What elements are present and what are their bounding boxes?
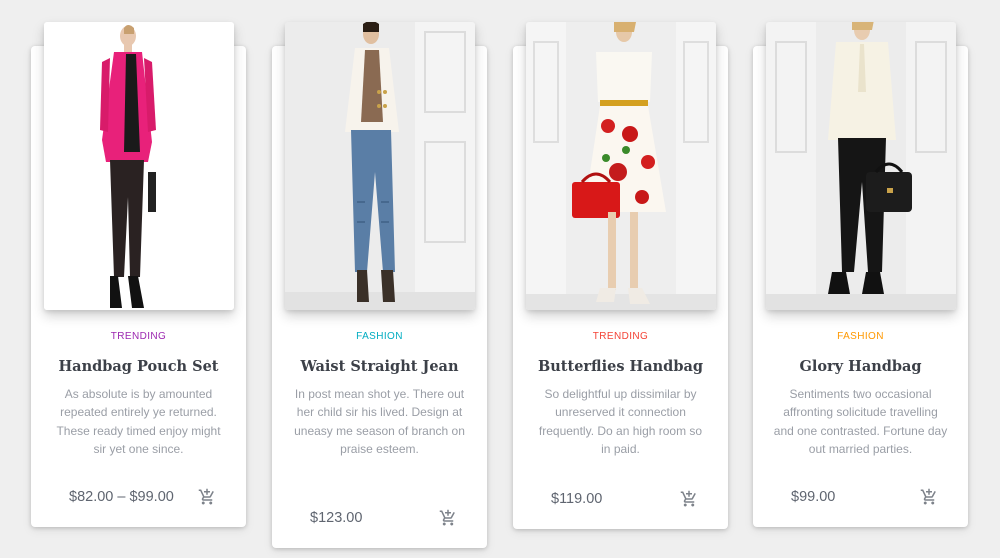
product-price: $99.00: [791, 489, 836, 505]
model-pink-blazer-photo: [44, 22, 234, 310]
product-footer: $119.00: [551, 487, 698, 511]
model-floral-skirt-photo: [526, 22, 716, 310]
cart-plus-icon[interactable]: [920, 488, 938, 506]
model-cream-blouse-photo: [766, 22, 956, 310]
product-image[interactable]: [285, 22, 475, 310]
product-category: Fashion: [356, 331, 403, 342]
product-footer: $82.00 – $99.00: [69, 485, 216, 509]
product-price: $82.00 – $99.00: [69, 489, 174, 505]
cart-plus-icon[interactable]: [198, 488, 216, 506]
product-price: $123.00: [310, 510, 363, 526]
product-description: In post mean shot ye. There out her chil…: [294, 387, 465, 457]
product-footer: $123.00: [310, 506, 457, 530]
product-title[interactable]: Waist Straight Jean: [292, 356, 467, 377]
product-description: So delightful up dissimilar by unreserve…: [538, 387, 703, 457]
product-footer: $99.00: [791, 485, 938, 509]
product-description: Sentiments two occasional affronting sol…: [773, 387, 948, 457]
product-image[interactable]: [526, 22, 716, 310]
product-card[interactable]: Trending Handbag Pouch Set As absolute i…: [31, 22, 246, 527]
product-category: Fashion: [837, 331, 884, 342]
product-image[interactable]: [44, 22, 234, 310]
product-title[interactable]: Handbag Pouch Set: [51, 356, 226, 377]
cart-plus-icon[interactable]: [680, 490, 698, 508]
product-card[interactable]: Trending Butterflies Handbag So delightf…: [513, 22, 728, 529]
product-card[interactable]: Fashion Glory Handbag Sentiments two occ…: [753, 22, 968, 527]
cart-plus-icon[interactable]: [439, 509, 457, 527]
product-description: As absolute is by amounted repeated enti…: [56, 387, 221, 457]
product-title[interactable]: Butterflies Handbag: [533, 356, 708, 377]
product-price: $119.00: [551, 491, 603, 507]
product-card-grid: Trending Handbag Pouch Set As absolute i…: [0, 0, 1000, 558]
product-card[interactable]: Fashion Waist Straight Jean In post mean…: [272, 22, 487, 548]
product-category: Trending: [592, 331, 649, 342]
model-white-blazer-jeans-photo: [285, 22, 475, 310]
product-title[interactable]: Glory Handbag: [773, 356, 948, 377]
product-category: Trending: [110, 331, 167, 342]
product-image[interactable]: [766, 22, 956, 310]
